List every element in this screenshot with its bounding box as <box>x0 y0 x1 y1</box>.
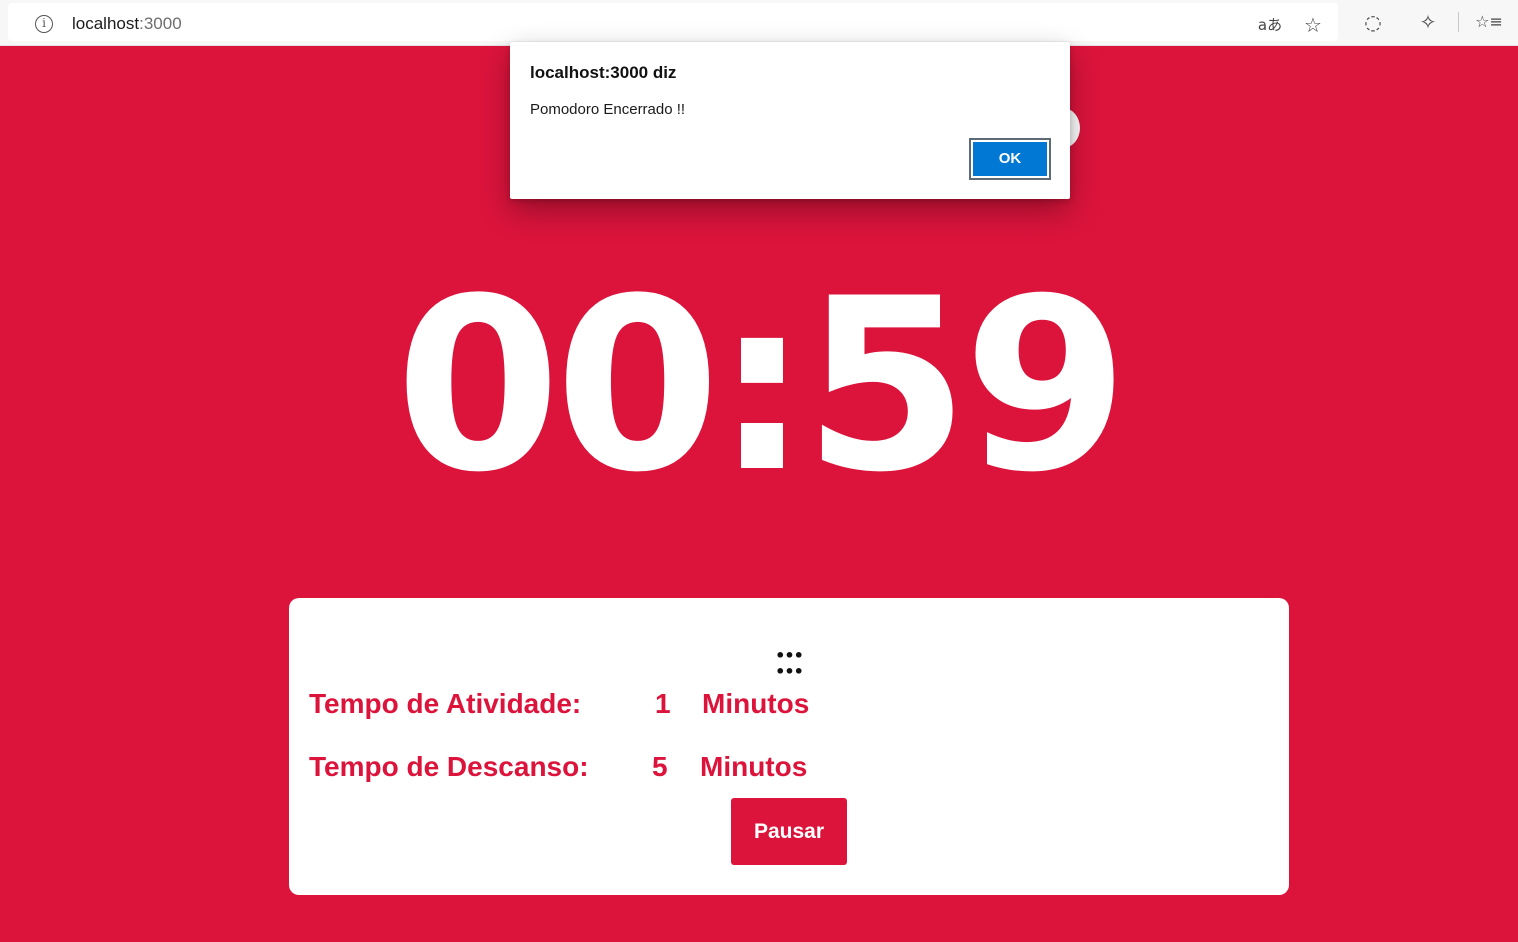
rest-time-unit: Minutos <box>700 751 808 782</box>
settings-card: ••• ••• Tempo de Atividade: 1 Minutos Te… <box>289 598 1289 895</box>
timer-display: 00:59 <box>395 248 1129 525</box>
url-port: :3000 <box>139 14 182 33</box>
alert-dialog: localhost:3000 diz Pomodoro Encerrado !!… <box>510 42 1070 199</box>
activity-time-value[interactable]: 1 <box>655 682 671 726</box>
address-bar[interactable]: i localhost:3000 aあ ☆ <box>8 3 1338 41</box>
url-text[interactable]: localhost:3000 <box>72 14 182 34</box>
browser-essentials-icon[interactable]: ◌ <box>1361 10 1385 34</box>
favorites-icon[interactable]: ☆≡ <box>1473 10 1505 34</box>
rest-time-label: Tempo de Descanso: <box>309 751 589 782</box>
dialog-title: localhost:3000 diz <box>530 63 677 82</box>
dialog-message: Pomodoro Encerrado !! <box>530 101 686 118</box>
rest-time-value[interactable]: 5 <box>652 745 668 789</box>
add-favorite-icon[interactable]: ☆ <box>1301 13 1325 37</box>
activity-time-unit: Minutos <box>702 688 810 719</box>
extensions-icon[interactable]: ✧ <box>1416 10 1440 34</box>
ok-button[interactable]: OK <box>969 138 1051 180</box>
url-host: localhost <box>72 14 140 33</box>
read-aloud-icon[interactable]: aあ <box>1255 13 1285 37</box>
info-icon[interactable]: i <box>35 15 53 33</box>
settings-dots: ••• ••• <box>775 646 804 681</box>
pause-button[interactable]: Pausar <box>731 798 847 865</box>
browser-toolbar: i localhost:3000 aあ ☆ ◌ ✧ ☆≡ <box>0 0 1518 46</box>
toolbar-divider <box>1458 12 1459 32</box>
activity-time-label: Tempo de Atividade: <box>309 688 582 719</box>
